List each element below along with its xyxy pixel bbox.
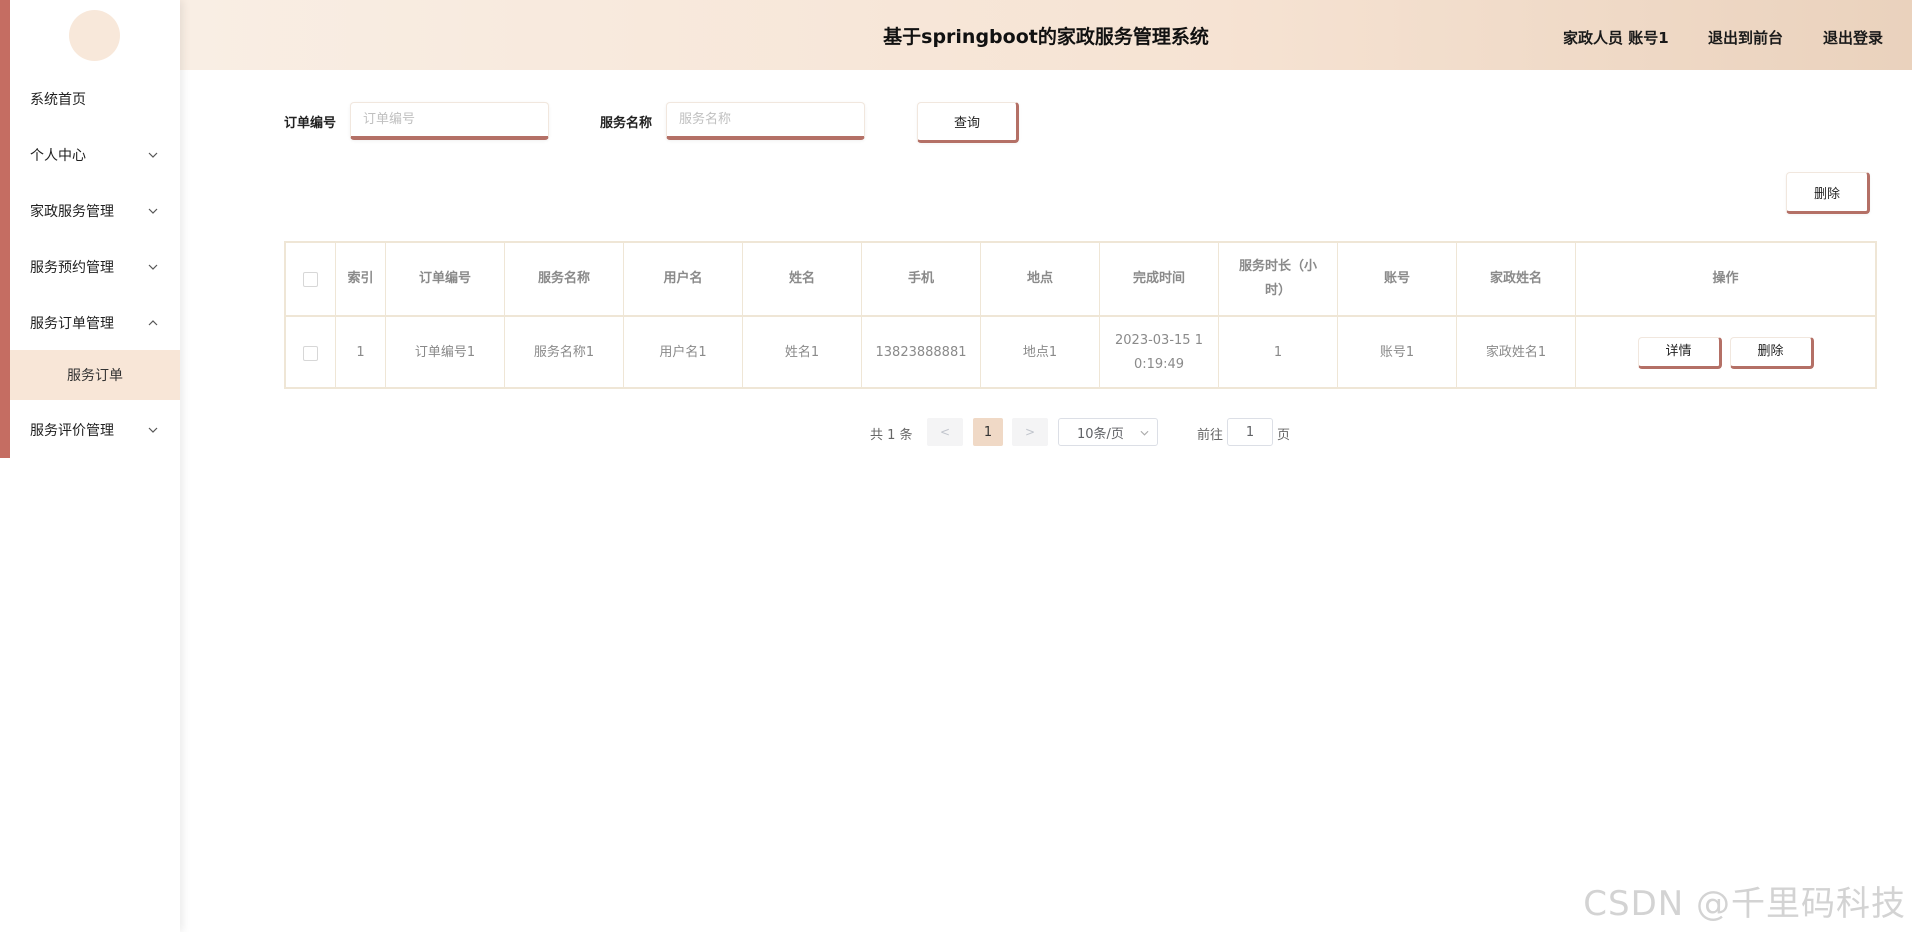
orders-table: 索引 订单编号 服务名称 用户名 姓名 手机 地点 完成时间 服务时长（小时） …	[284, 241, 1877, 389]
logout-link[interactable]: 退出登录	[1823, 27, 1883, 48]
cell-order-no: 订单编号1	[386, 317, 505, 389]
query-button[interactable]: 查询	[917, 102, 1019, 143]
page-number-button[interactable]: 1	[973, 418, 1003, 446]
column-header: 手机	[862, 243, 981, 315]
detail-button[interactable]: 详情	[1637, 337, 1722, 369]
column-header: 服务时长（小时）	[1219, 243, 1338, 315]
column-header: 订单编号	[386, 243, 505, 315]
sidebar-item-label: 个人中心	[30, 148, 86, 164]
service-name-input[interactable]	[666, 102, 865, 140]
sidebar-item-home[interactable]: 系统首页	[10, 77, 180, 121]
sidebar-item-personal-center[interactable]: 个人中心	[10, 133, 180, 177]
query-button-label: 查询	[953, 116, 980, 131]
sidebar-subitem-service-order[interactable]: 服务订单	[10, 350, 180, 400]
sidebar-item-label: 服务订单管理	[30, 316, 114, 332]
row-delete-label: 删除	[1757, 344, 1784, 359]
column-header: 索引	[336, 243, 386, 315]
sidebar-item-housekeeping-service[interactable]: 家政服务管理	[10, 189, 180, 233]
cell-actions: 详情 删除	[1576, 317, 1875, 389]
page-unit-label: 页	[1277, 428, 1291, 443]
sidebar-item-service-booking[interactable]: 服务预约管理	[10, 245, 180, 289]
select-all-checkbox[interactable]	[303, 271, 318, 287]
cell-name: 姓名1	[743, 317, 862, 389]
sidebar-item-label: 家政服务管理	[30, 204, 114, 220]
goto-page-input[interactable]	[1227, 418, 1273, 446]
page-size-value: 10条/页	[1077, 426, 1124, 442]
order-no-input[interactable]	[350, 102, 549, 140]
service-name-label: 服务名称	[600, 116, 653, 131]
row-checkbox[interactable]	[303, 345, 318, 361]
sidebar-item-service-order[interactable]: 服务订单管理	[10, 301, 180, 345]
top-header: 基于springboot的家政服务管理系统 家政人员 账号1 退出到前台 退出登…	[180, 0, 1912, 70]
row-select-cell	[286, 317, 336, 389]
batch-delete-button[interactable]: 删除	[1786, 172, 1870, 214]
row-delete-button[interactable]: 删除	[1729, 337, 1814, 369]
column-header: 家政姓名	[1457, 243, 1576, 315]
sidebar: 系统首页 个人中心 家政服务管理 服务预约管理 服务订单管理 服务订单 服务评价…	[0, 0, 180, 932]
sidebar-item-service-review[interactable]: 服务评价管理	[10, 408, 180, 452]
table-header-row: 索引 订单编号 服务名称 用户名 姓名 手机 地点 完成时间 服务时长（小时） …	[286, 243, 1875, 317]
select-all-cell	[286, 243, 336, 315]
cell-account: 账号1	[1338, 317, 1457, 389]
detail-button-label: 详情	[1665, 344, 1692, 359]
batch-delete-label: 删除	[1813, 186, 1840, 202]
sidebar-accent-bar	[0, 0, 10, 458]
next-page-button[interactable]: >	[1012, 418, 1048, 446]
goto-label: 前往	[1197, 428, 1224, 443]
cell-duration: 1	[1219, 317, 1338, 389]
exit-to-frontend-link[interactable]: 退出到前台	[1708, 27, 1783, 48]
cell-index: 1	[336, 317, 386, 389]
sidebar-item-label: 服务评价管理	[30, 423, 114, 439]
current-user-label: 家政人员 账号1	[1563, 29, 1669, 47]
order-no-label: 订单编号	[284, 116, 337, 131]
avatar[interactable]	[69, 10, 120, 61]
prev-page-button[interactable]: <	[927, 418, 963, 446]
cell-username: 用户名1	[624, 317, 743, 389]
column-header: 用户名	[624, 243, 743, 315]
chevron-down-icon	[144, 202, 162, 220]
chevron-right-icon: >	[1024, 425, 1036, 439]
cell-staff-name: 家政姓名1	[1457, 317, 1576, 389]
column-header: 服务名称	[505, 243, 624, 315]
sidebar-subitem-label: 服务订单	[67, 368, 123, 384]
pagination-total: 共 1 条	[870, 428, 913, 443]
column-header: 地点	[981, 243, 1100, 315]
sidebar-item-label: 服务预约管理	[30, 260, 114, 276]
chevron-down-icon	[144, 258, 162, 276]
column-header: 姓名	[743, 243, 862, 315]
column-header: 完成时间	[1100, 243, 1219, 315]
table-row: 1 订单编号1 服务名称1 用户名1 姓名1 13823888881 地点1 2…	[286, 317, 1875, 389]
column-header: 账号	[1338, 243, 1457, 315]
watermark: CSDN @千里码科技	[1583, 884, 1906, 924]
cell-finish-time: 2023-03-15 10:19:49	[1100, 317, 1219, 389]
page-number-label: 1	[983, 424, 993, 440]
chevron-down-icon	[144, 146, 162, 164]
column-header: 操作	[1712, 271, 1739, 286]
page-size-select[interactable]: 10条/页	[1058, 418, 1158, 446]
chevron-down-icon	[144, 421, 162, 439]
chevron-up-icon	[144, 314, 162, 332]
cell-location: 地点1	[981, 317, 1100, 389]
chevron-down-icon	[1140, 425, 1149, 440]
cell-phone: 13823888881	[862, 317, 981, 389]
sidebar-item-label: 系统首页	[30, 92, 86, 108]
cell-service-name: 服务名称1	[505, 317, 624, 389]
chevron-left-icon: <	[939, 425, 951, 439]
